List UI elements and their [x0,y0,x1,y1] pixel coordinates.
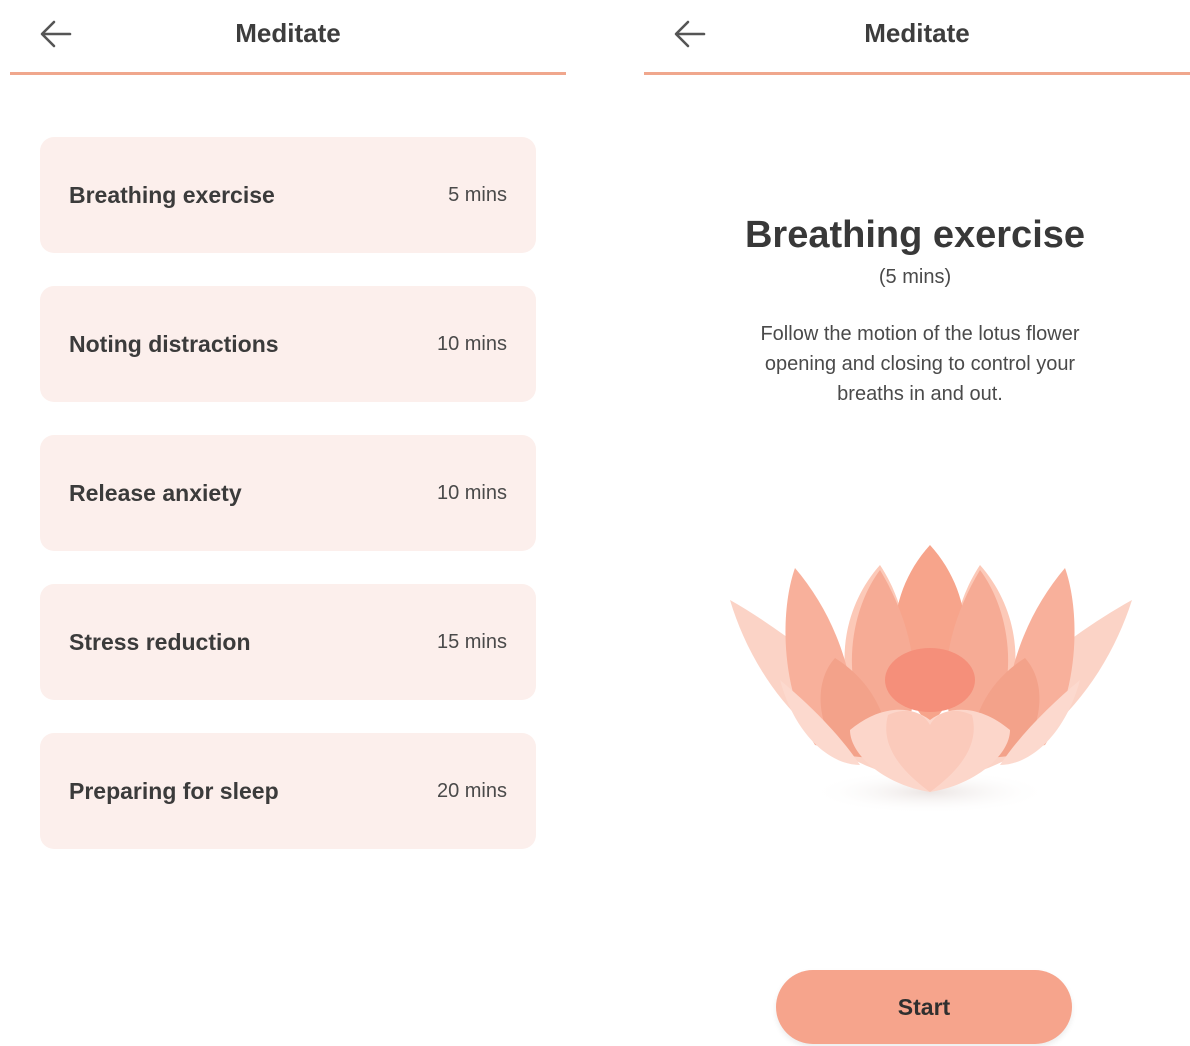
start-button[interactable]: Start [776,970,1072,1044]
item-duration: 10 mins [436,333,507,355]
exercise-title: Breathing exercise [744,214,1086,256]
page-title: Meditate [864,18,970,48]
item-title: Release anxiety [69,480,242,506]
header-divider [644,72,1190,75]
app-header: Meditate [644,0,1190,76]
header-divider [10,72,566,75]
exercise-duration: (5 mins) [878,266,952,288]
item-title: Noting distractions [69,331,279,357]
item-title: Stress reduction [69,629,251,655]
list-item[interactable]: Stress reduction 15 mins [40,584,536,700]
list-item[interactable]: Preparing for sleep 20 mins [40,733,536,849]
list-item[interactable]: Noting distractions 10 mins [40,286,536,402]
list-item[interactable]: Breathing exercise 5 mins [40,137,536,253]
item-duration: 20 mins [436,780,507,802]
meditation-detail-screen: Meditate Breathing exercise (5 mins) Fol… [640,0,1190,1046]
item-title: Preparing for sleep [69,778,279,804]
list-item[interactable]: Release anxiety 10 mins [40,435,536,551]
lotus-flower-icon [730,545,1132,814]
item-title: Breathing exercise [69,182,275,208]
page-title: Meditate [235,18,341,48]
item-duration: 10 mins [436,482,507,504]
item-duration: 15 mins [436,631,507,653]
meditation-list: Breathing exercise 5 mins Noting distrac… [40,137,536,882]
exercise-description: Follow the motion of the lotus flower op… [760,323,1080,405]
app-header: Meditate [10,0,566,76]
meditation-list-screen: Meditate Breathing exercise 5 mins Notin… [0,0,580,1046]
item-duration: 5 mins [448,184,507,206]
